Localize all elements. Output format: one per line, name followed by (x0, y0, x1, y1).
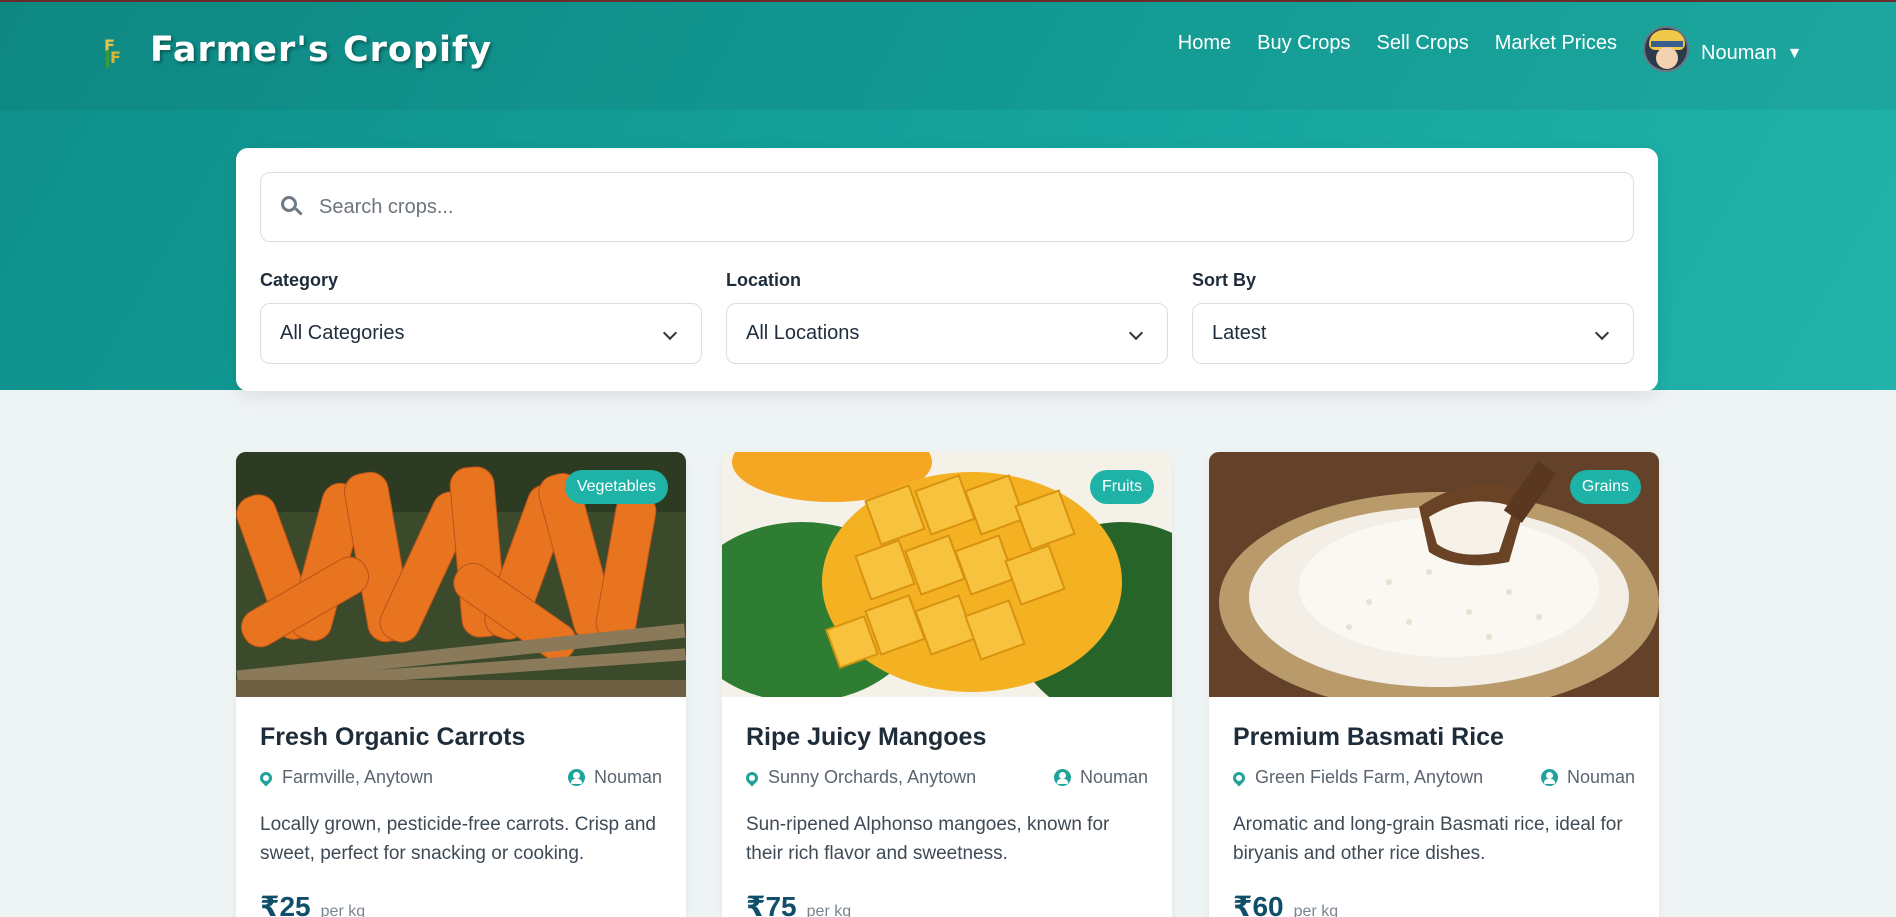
seller-info: Nouman (567, 767, 662, 788)
brand[interactable]: F F Farmer's Cropify (100, 30, 492, 70)
avatar-headband (1651, 41, 1683, 47)
avatar-face (1656, 47, 1678, 69)
nav-link-home[interactable]: Home (1178, 32, 1231, 55)
select-value: All Locations (746, 322, 860, 344)
chevron-down-icon (1128, 325, 1144, 341)
search-box[interactable] (260, 172, 1634, 242)
search-icon (281, 196, 303, 218)
nav-link-buy-crops[interactable]: Buy Crops (1257, 32, 1350, 55)
price-unit: per kg (806, 903, 852, 917)
crop-image-carrots[interactable]: Vegetables (236, 452, 686, 697)
crop-title[interactable]: Premium Basmati Rice (1233, 723, 1635, 752)
chevron-down-icon (662, 325, 678, 341)
sort-select[interactable]: Latest (1192, 303, 1634, 364)
navbar: F F Farmer's Cropify Home Buy Crops Sell… (0, 2, 1896, 110)
location-info: Farmville, Anytown (257, 767, 434, 788)
category-badge: Vegetables (564, 470, 668, 504)
location-text: Green Fields Farm, Anytown (1255, 767, 1484, 787)
crop-title[interactable]: Ripe Juicy Mangoes (746, 723, 1148, 752)
crop-image-rice[interactable]: Grains (1209, 452, 1659, 697)
select-value: Latest (1212, 322, 1267, 344)
location-info: Green Fields Farm, Anytown (1230, 767, 1484, 788)
search-panel: Category All Categories Location All Loc… (236, 148, 1658, 391)
location-select[interactable]: All Locations (726, 303, 1168, 364)
user-menu[interactable]: Nouman ▼ (1643, 26, 1802, 72)
filter-label: Category (260, 270, 339, 290)
price-value: ₹60 (1233, 891, 1284, 917)
crop-meta: Sunny Orchards, Anytown Nouman (743, 767, 1148, 788)
brand-logo-icon: F F (100, 30, 128, 70)
crop-meta: Green Fields Farm, Anytown Nouman (1230, 767, 1635, 788)
brand-name: Farmer's Cropify (150, 30, 493, 70)
location-text: Sunny Orchards, Anytown (768, 767, 977, 787)
crop-price: ₹60 per kg (1233, 890, 1635, 917)
filter-category: Category All Categories (260, 270, 702, 364)
seller-info: Nouman (1053, 767, 1148, 788)
category-badge: Fruits (1090, 470, 1154, 504)
category-badge: Grains (1569, 470, 1641, 504)
price-value: ₹25 (260, 891, 311, 917)
logo-stem (106, 50, 109, 68)
category-select[interactable]: All Categories (260, 303, 702, 364)
seller-name: Nouman (1566, 767, 1635, 787)
chevron-down-icon (1594, 325, 1610, 341)
crop-title[interactable]: Fresh Organic Carrots (260, 723, 662, 752)
card-body: Ripe Juicy Mangoes Sunny Orchards, Anyto… (722, 697, 1172, 917)
crop-description: Sun-ripened Alphonso mangoes, known for … (746, 814, 1110, 864)
crop-price: ₹75 per kg (746, 890, 1148, 917)
caret-down-icon[interactable]: ▼ (1787, 45, 1803, 63)
user-circle-icon (567, 769, 585, 786)
map-pin-icon (257, 769, 275, 786)
nav-links: Home Buy Crops Sell Crops Market Prices (1152, 32, 1617, 55)
crop-card[interactable]: Fruits Ripe Juicy Mangoes Sunny Orchards… (722, 452, 1172, 917)
location-info: Sunny Orchards, Anytown (743, 767, 977, 788)
logo-letter: F (110, 48, 121, 67)
location-text: Farmville, Anytown (282, 767, 434, 787)
crop-card[interactable]: Grains Premium Basmati Rice Green Fields… (1209, 452, 1659, 917)
crop-card[interactable]: Vegetables Fresh Organic Carrots Farmvil… (236, 452, 686, 917)
crop-description: Aromatic and long-grain Basmati rice, id… (1233, 814, 1623, 864)
card-body: Fresh Organic Carrots Farmville, Anytown… (236, 697, 686, 917)
crop-description: Locally grown, pesticide-free carrots. C… (260, 814, 657, 864)
nav-link-market-prices[interactable]: Market Prices (1495, 32, 1617, 55)
nav-link-sell-crops[interactable]: Sell Crops (1376, 32, 1468, 55)
price-unit: per kg (320, 903, 366, 917)
seller-name: Nouman (593, 767, 662, 787)
search-input[interactable] (319, 195, 1599, 219)
crop-price: ₹25 per kg (260, 890, 662, 917)
filter-label: Location (726, 270, 801, 290)
user-name[interactable]: Nouman (1701, 42, 1777, 65)
user-circle-icon (1540, 769, 1558, 786)
price-unit: per kg (1293, 903, 1339, 917)
filter-label: Sort By (1192, 270, 1257, 290)
avatar[interactable] (1643, 26, 1689, 72)
seller-info: Nouman (1540, 767, 1635, 788)
price-value: ₹75 (746, 891, 797, 917)
select-value: All Categories (280, 322, 405, 344)
crop-meta: Farmville, Anytown Nouman (257, 767, 662, 788)
crop-image-mangoes[interactable]: Fruits (722, 452, 1172, 697)
map-pin-icon (743, 769, 761, 786)
filter-location: Location All Locations (726, 270, 1168, 364)
map-pin-icon (1230, 769, 1248, 786)
card-body: Premium Basmati Rice Green Fields Farm, … (1209, 697, 1659, 917)
user-circle-icon (1053, 769, 1071, 786)
seller-name: Nouman (1079, 767, 1148, 787)
filter-sort-by: Sort By Latest (1192, 270, 1634, 364)
